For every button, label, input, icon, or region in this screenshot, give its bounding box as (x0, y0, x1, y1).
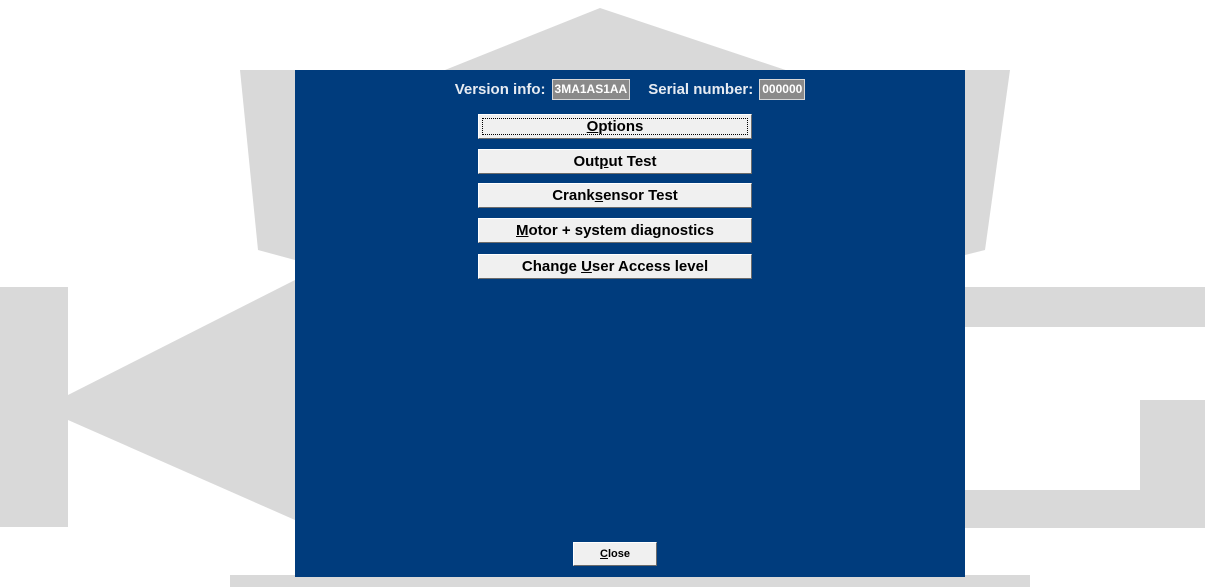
output-test-button[interactable]: Output Test (478, 149, 752, 174)
cranksensor-test-accelerator-key: s (594, 187, 604, 204)
change-access-level-button-label: Change User Access level (521, 258, 709, 275)
motor-diagnostics-button-label: Motor + system diagnostics (516, 222, 714, 239)
info-bar: Version info: 3MA1AS1AA Serial number: 0… (295, 78, 965, 100)
application-window: Version info: 3MA1AS1AA Serial number: 0… (0, 0, 1205, 587)
serial-number-label: Serial number: (648, 80, 754, 98)
serial-number-value: 000000 (759, 78, 806, 100)
close-button[interactable]: Close (573, 542, 657, 566)
watermark-letter-k-arm (68, 280, 295, 520)
focus-indicator (482, 118, 748, 135)
watermark-letter-s-right (1140, 400, 1205, 528)
watermark-crown-left-leg (240, 70, 295, 260)
watermark-crown-right-leg (965, 70, 1010, 255)
motor-diagnostics-button[interactable]: Motor + system diagnostics (478, 218, 752, 243)
version-info-label: Version info: (454, 80, 546, 98)
watermark-letter-k-stem (0, 287, 68, 527)
motor-diagnostics-accelerator-key: M (516, 222, 529, 239)
output-test-button-label: Output Test (573, 153, 657, 170)
close-accelerator-key: C (600, 548, 608, 560)
version-info-value: 3MA1AS1AA (551, 78, 631, 100)
change-access-accelerator-key: U (581, 258, 592, 275)
cranksensor-test-button[interactable]: Cranksensor Test (478, 183, 752, 208)
main-menu-panel: Version info: 3MA1AS1AA Serial number: 0… (295, 70, 965, 577)
options-button[interactable]: Options (478, 114, 752, 139)
close-button-label: Close (600, 548, 630, 560)
change-access-level-button[interactable]: Change User Access level (478, 254, 752, 279)
watermark-letter-s-top (965, 287, 1205, 327)
cranksensor-test-button-label: Cranksensor Test (552, 187, 678, 204)
